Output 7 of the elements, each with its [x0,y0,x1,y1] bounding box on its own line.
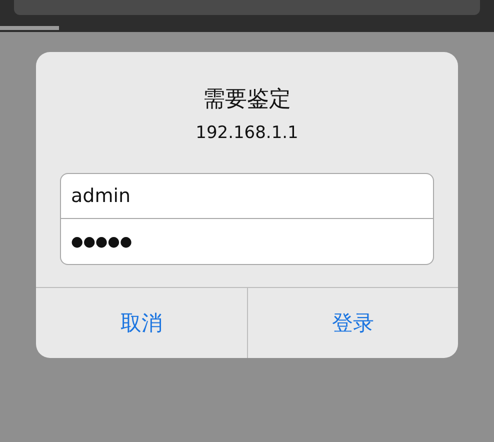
dialog-title: 需要鉴定 [203,86,291,114]
password-field[interactable]: ●●●●● [60,219,434,265]
cancel-button[interactable]: 取消 [36,288,246,358]
login-button[interactable]: 登录 [246,288,458,358]
username-field[interactable]: admin [60,173,434,219]
dialog-message: 192.168.1.1 [196,123,298,143]
address-field[interactable] [14,0,480,15]
